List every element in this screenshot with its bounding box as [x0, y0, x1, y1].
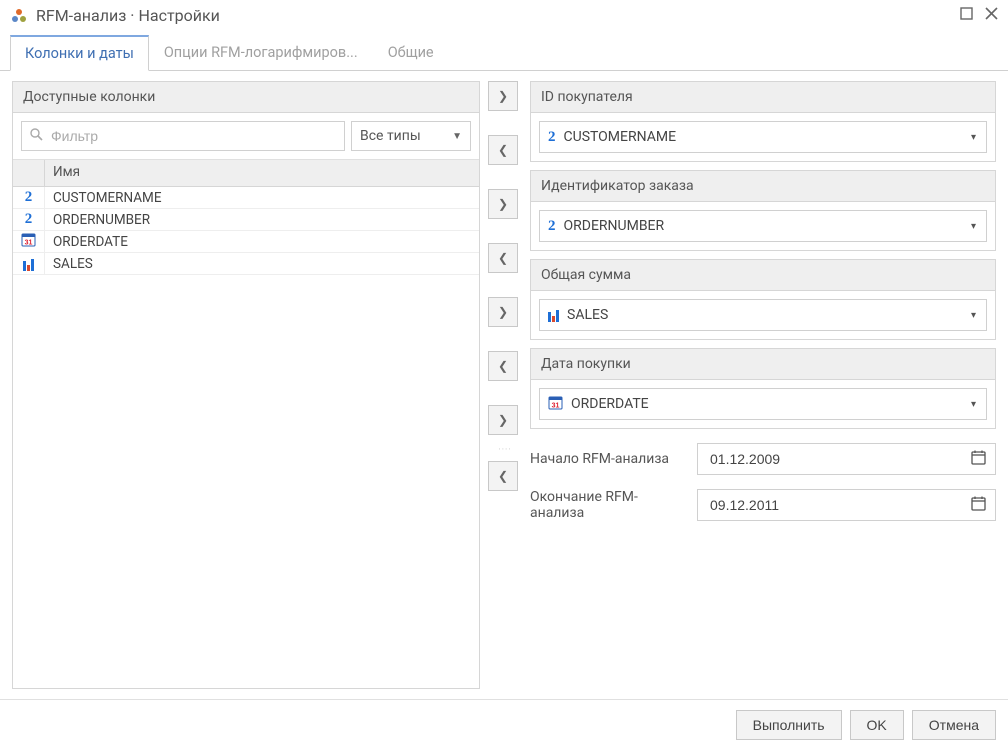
type-select-label: Все типы: [360, 128, 421, 144]
column-name: ORDERNUMBER: [45, 212, 479, 228]
assignment-pane: ID покупателя 2 CUSTOMERNAME ▾ Идентифик…: [530, 81, 996, 689]
table-row[interactable]: 2 CUSTOMERNAME: [13, 187, 479, 209]
calendar-picker-icon[interactable]: [970, 449, 987, 470]
calendar-icon: 31: [21, 232, 36, 251]
field-customer-id: ID покупателя 2 CUSTOMERNAME ▾: [530, 81, 996, 162]
columns-grid: Имя 2 CUSTOMERNAME 2 ORDERNUMBER 31: [13, 159, 479, 688]
move-left-amount[interactable]: ❮: [488, 351, 518, 381]
tab-general[interactable]: Общие: [373, 35, 449, 71]
filter-input-wrap[interactable]: [21, 121, 345, 151]
move-right-amount[interactable]: ❯: [488, 297, 518, 327]
field-date-title: Дата покупки: [531, 349, 995, 380]
move-left-customer[interactable]: ❮: [488, 135, 518, 165]
field-amount-title: Общая сумма: [531, 260, 995, 291]
app-icon: [10, 7, 28, 25]
maximize-button[interactable]: [960, 7, 973, 24]
column-name: SALES: [45, 256, 479, 272]
bars-icon: [23, 257, 34, 271]
calendar-icon: 31: [548, 395, 563, 414]
date-combo-value: ORDERDATE: [571, 396, 649, 412]
table-row[interactable]: 2 ORDERNUMBER: [13, 209, 479, 231]
tab-rfm-log-options[interactable]: Опции RFM-логарифмиров...: [149, 35, 373, 71]
calendar-picker-icon[interactable]: [970, 495, 987, 516]
type-select[interactable]: Все типы ▼: [351, 121, 471, 151]
grid-header: Имя: [13, 160, 479, 187]
amount-combo[interactable]: SALES ▾: [539, 299, 987, 331]
table-row[interactable]: SALES: [13, 253, 479, 275]
type-icon: 2: [13, 187, 45, 208]
bars-icon: [548, 308, 559, 322]
date-combo[interactable]: 31 ORDERDATE ▾: [539, 388, 987, 420]
amount-combo-value: SALES: [567, 307, 608, 323]
field-amount: Общая сумма SALES ▾: [530, 259, 996, 340]
type-icon: [13, 253, 45, 274]
chevron-down-icon: ▾: [971, 221, 976, 232]
end-date-input[interactable]: [708, 496, 970, 514]
customer-combo-value: CUSTOMERNAME: [564, 129, 677, 145]
table-row[interactable]: 31 ORDERDATE: [13, 231, 479, 253]
type-icon: 2: [548, 129, 556, 146]
type-icon: 2: [548, 218, 556, 235]
svg-text:31: 31: [25, 240, 33, 247]
order-combo[interactable]: 2 ORDERNUMBER ▾: [539, 210, 987, 242]
splitter-handle[interactable]: ∙∙∙∙: [488, 443, 522, 453]
move-right-date[interactable]: ❯: [488, 405, 518, 435]
chevron-down-icon: ▾: [971, 310, 976, 321]
close-button[interactable]: [985, 7, 998, 24]
grid-header-name-col[interactable]: Имя: [45, 160, 479, 186]
move-right-customer[interactable]: ❯: [488, 81, 518, 111]
column-name: ORDERDATE: [45, 234, 479, 250]
cancel-button[interactable]: Отмена: [912, 710, 996, 740]
move-right-order[interactable]: ❯: [488, 189, 518, 219]
grid-header-icon-col[interactable]: [13, 160, 45, 186]
move-left-date[interactable]: ❮: [488, 461, 518, 491]
chevron-down-icon: ▾: [971, 132, 976, 143]
tabs: Колонки и даты Опции RFM-логарифмиров...…: [0, 35, 1008, 71]
end-date-field[interactable]: [697, 489, 996, 521]
tab-columns-dates[interactable]: Колонки и даты: [10, 35, 149, 71]
field-customer-title: ID покупателя: [531, 82, 995, 113]
customer-combo[interactable]: 2 CUSTOMERNAME ▾: [539, 121, 987, 153]
chevron-down-icon: ▼: [452, 131, 462, 142]
dialog-footer: Выполнить OK Отмена: [0, 699, 1008, 750]
available-columns-pane: Доступные колонки Все типы ▼ Имя: [12, 81, 480, 689]
available-columns-title: Доступные колонки: [13, 82, 479, 113]
filter-input[interactable]: [49, 127, 336, 145]
search-icon: [30, 128, 43, 145]
field-order-title: Идентификатор заказа: [531, 171, 995, 202]
window-title: RFM-анализ · Настройки: [36, 6, 960, 25]
order-combo-value: ORDERNUMBER: [564, 218, 665, 234]
titlebar: RFM-анализ · Настройки: [0, 0, 1008, 29]
start-date-input[interactable]: [708, 450, 970, 468]
move-left-order[interactable]: ❮: [488, 243, 518, 273]
field-order-id: Идентификатор заказа 2 ORDERNUMBER ▾: [530, 170, 996, 251]
field-purchase-date: Дата покупки 31 ORDERDATE ▾: [530, 348, 996, 429]
ok-button[interactable]: OK: [850, 710, 904, 740]
execute-button[interactable]: Выполнить: [736, 710, 842, 740]
chevron-down-icon: ▾: [971, 399, 976, 410]
svg-text:31: 31: [552, 402, 560, 409]
type-icon: 2: [13, 209, 45, 230]
type-icon: 31: [13, 231, 45, 252]
transfer-buttons: ❯ ❮ ❯ ❮ ❯ ❮ ❯ ∙∙∙∙ ❮: [488, 81, 522, 689]
start-date-label: Начало RFM-анализа: [530, 451, 685, 467]
column-name: CUSTOMERNAME: [45, 190, 479, 206]
end-date-label: Окончание RFM-анализа: [530, 489, 685, 521]
start-date-field[interactable]: [697, 443, 996, 475]
